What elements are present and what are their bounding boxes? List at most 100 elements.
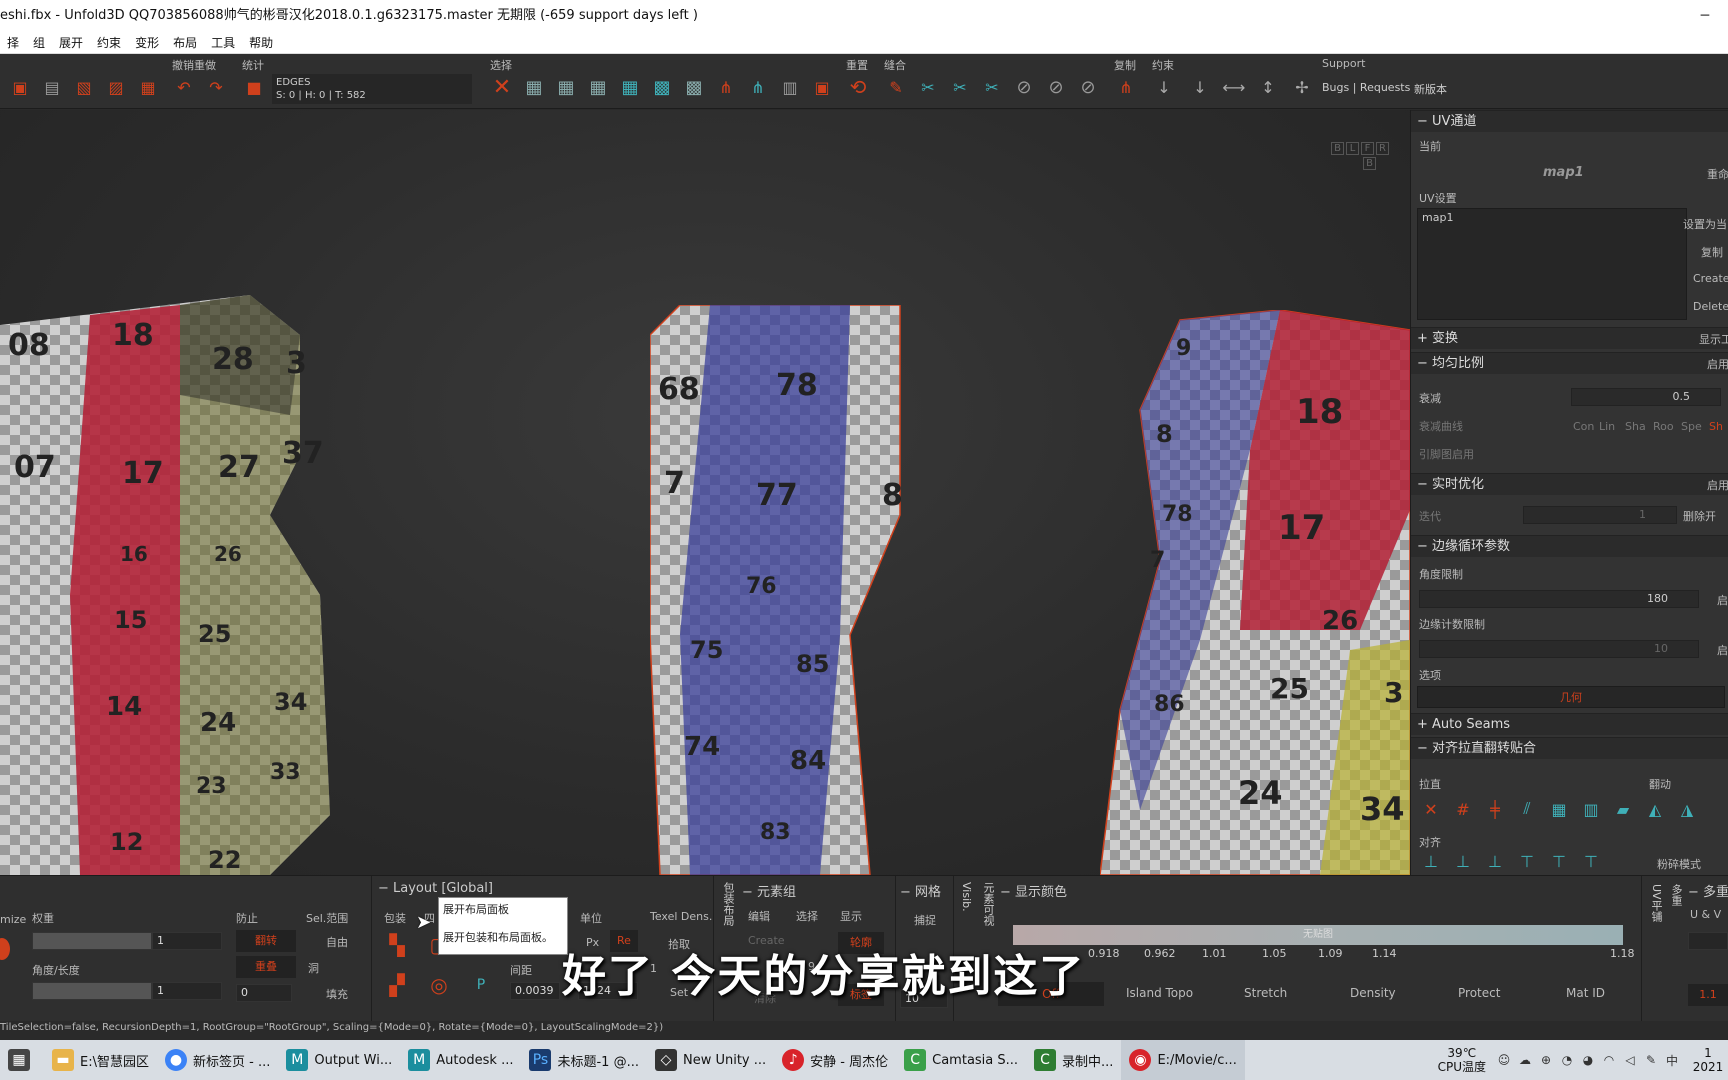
qq-icon[interactable]: ◔ [1559,1052,1575,1068]
create-uv-set-button[interactable]: Create [1693,272,1728,285]
volume-icon[interactable]: ◁ [1622,1052,1638,1068]
align-left-icon[interactable]: ⊤ [1515,850,1539,872]
new-version-link[interactable]: 新版本 [1414,81,1447,97]
taskbar-item[interactable]: C Camtasia S... [896,1040,1026,1080]
select-grid-6-icon[interactable]: ▩ [682,76,706,98]
select-grid-3-icon[interactable]: ▦ [586,76,610,98]
decay-input[interactable]: 0.5 [1571,388,1721,406]
minimize-button[interactable]: ─ [1682,0,1728,32]
menu-unfold[interactable]: 展开 [52,32,90,53]
taskbar-item[interactable]: M Output Wi... [278,1040,400,1080]
taskbar-item[interactable]: ◇ New Unity ... [647,1040,774,1080]
angle-length-slider[interactable] [32,982,152,1000]
realtime-header[interactable]: − 实时优化 [1411,473,1728,495]
viewcube-bottom[interactable]: B [1363,157,1376,170]
taskbar-item[interactable]: Ps 未标题-1 @... [521,1040,647,1080]
save-icon[interactable]: ▣ [8,76,32,98]
iterations-input[interactable]: 1 [1523,506,1677,524]
view-cube[interactable]: BLFR B [1330,142,1390,170]
stop-icon[interactable]: ■ [242,76,266,98]
straighten-diag-icon[interactable]: ⫽ [1515,798,1539,820]
align-top-icon[interactable]: ⊥ [1483,850,1507,872]
weight-slider[interactable] [32,932,152,950]
straighten-skew-icon[interactable]: ▰ [1611,798,1635,820]
clear-constraint-icon[interactable]: ✢ [1290,76,1314,98]
person-icon[interactable]: ☺ [1496,1052,1512,1068]
select-grid-1-icon[interactable]: ▦ [522,76,546,98]
edge-count-input[interactable]: 10 [1419,640,1699,658]
transform-show[interactable]: 显示工 [1699,331,1728,347]
grid-header[interactable]: − 网格 [900,881,941,900]
prevent-overlap-button[interactable]: 重叠 [236,956,296,978]
mat-id-tab[interactable]: Mat ID [1566,986,1605,1000]
select-red-icon[interactable]: ▣ [810,76,834,98]
curve-sh[interactable]: Sh [1709,420,1723,433]
rename-button[interactable]: 重命 [1707,166,1728,182]
element-visibility-vertical[interactable]: 元素可视 [980,882,996,926]
viewcube-right[interactable]: R [1376,142,1389,155]
angle-limit-input[interactable]: 180 [1419,590,1699,608]
taskbar-item[interactable]: ♪ 安静 - 周杰伦 [774,1040,896,1080]
align-header[interactable]: − 对齐拉直翻转贴合 [1411,737,1728,759]
straighten-box-icon[interactable]: ▦ [1547,798,1571,820]
uniform-scale-header[interactable]: − 均匀比例 [1411,352,1728,374]
align-mid-icon[interactable]: ⊤ [1547,850,1571,872]
uv-set-item[interactable]: map1 [1422,211,1453,224]
realtime-other[interactable]: 删除开 [1683,508,1716,524]
cpu-temp-widget[interactable]: 39℃ CPU温度 [1438,1046,1486,1074]
pack-icon[interactable]: ▚ [384,932,410,958]
curve-lin[interactable]: Lin [1599,420,1615,433]
straighten-grid-icon[interactable]: # [1451,798,1475,820]
import-icon[interactable]: ▨ [104,76,128,98]
viewcube-back[interactable]: B [1331,142,1344,155]
multi-tile-header[interactable]: − 多重 [1688,881,1728,900]
hole-option[interactable]: 洞 [308,960,319,976]
copy-icon[interactable]: ⋔ [1114,76,1138,98]
align-right-icon[interactable]: ⊤ [1579,850,1603,872]
load-icon[interactable]: ▧ [72,76,96,98]
straighten-v-icon[interactable]: ▥ [1579,798,1603,820]
crush-mode[interactable]: 粉碎模式 [1657,856,1701,872]
menu-layout[interactable]: 布局 [166,32,204,53]
weld-3-icon[interactable]: ⊘ [1076,76,1100,98]
transform-header[interactable]: + 变换 [1411,327,1728,349]
realtime-enable[interactable]: 启用 [1707,477,1728,493]
taskbar-item[interactable]: ▬ E:\智慧园区 [44,1040,157,1080]
bugs-requests-link[interactable]: Bugs | Requests [1322,81,1410,94]
prevent-flip-button[interactable]: 翻转 [236,930,296,952]
auto-seams-header[interactable]: + Auto Seams [1411,713,1728,735]
flip-v-icon[interactable]: ◮ [1675,798,1699,820]
viewcube-left[interactable]: L [1346,142,1359,155]
clear-selection-icon[interactable]: ✕ [490,75,514,100]
taskbar-item[interactable]: C 录制中... [1026,1040,1121,1080]
menu-group[interactable]: 组 [26,32,52,53]
multi-tile-value[interactable]: 1.1 [1688,984,1728,1006]
edge-count-enable[interactable]: 启 [1717,642,1728,658]
free-option[interactable]: 自由 [326,934,348,950]
uv-sets-list[interactable]: map1 [1417,208,1687,320]
vertical-constraint-icon[interactable]: ↕ [1256,76,1280,98]
color-gradient-bar[interactable]: 无贴图 [1013,925,1623,945]
pack-add-icon[interactable]: ▞ [384,972,410,998]
select-grid-5-icon[interactable]: ▩ [650,76,674,98]
angle-limit-enable[interactable]: 启 [1717,592,1728,608]
menu-help[interactable]: 帮助 [242,32,280,53]
cloud-icon[interactable]: ☁ [1517,1052,1533,1068]
curve-sha[interactable]: Sha [1625,420,1646,433]
horizontal-constraint-icon[interactable]: ⟷ [1222,76,1246,98]
pen-icon[interactable]: ✎ [1643,1052,1659,1068]
prevent-input[interactable]: 0 [236,984,292,1002]
uv-tile-vertical[interactable]: UV平铺 [1648,884,1664,922]
geometry-button[interactable]: 几何 [1417,686,1725,708]
calculator-app[interactable]: ▦ [0,1040,44,1080]
align-center-icon[interactable]: ⊥ [1451,850,1475,872]
multi-tile-input[interactable] [1688,932,1728,950]
spacing-input[interactable]: 0.0039 [510,982,560,1000]
curve-con[interactable]: Con [1573,420,1594,433]
3d-viewport[interactable]: BLFR B 08 18 28 3 07 17 27 37 16 26 15 2… [0,110,1410,875]
visib-vertical[interactable]: Visib. [960,882,973,912]
menu-select[interactable]: 择 [0,32,26,53]
layout-header[interactable]: − Layout [Global] [378,881,493,896]
multi-tile-vertical[interactable]: 多重 [1668,884,1684,906]
fill-option[interactable]: 填充 [326,986,348,1002]
